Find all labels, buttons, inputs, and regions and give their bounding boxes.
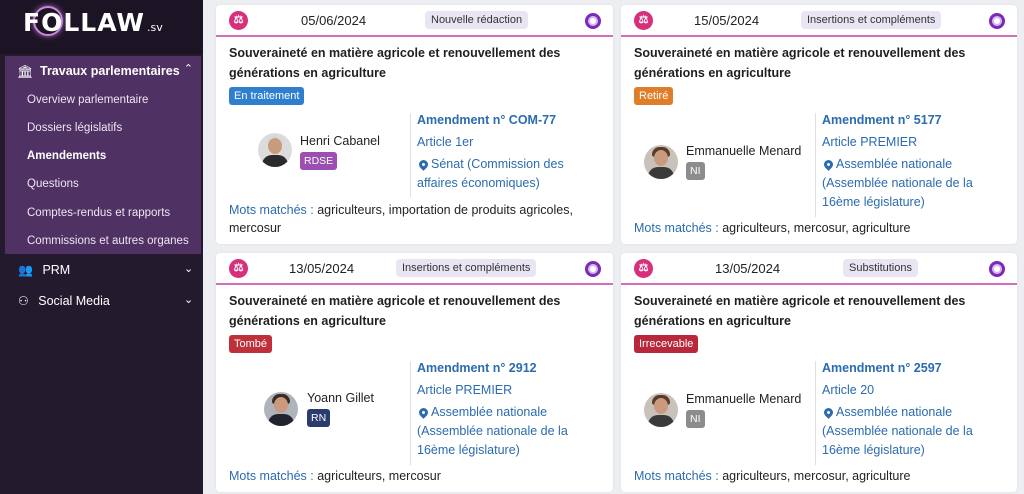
nav-section-toggle[interactable]: 🏛 Travaux parlementaires ⌃ (5, 56, 201, 86)
amendment-number[interactable]: Amendment n° 2597 (822, 361, 942, 375)
group-badge: RN (307, 409, 331, 427)
author-name[interactable]: Emmanuelle Menard (686, 144, 801, 158)
group-badge: NI (686, 162, 705, 180)
card-title[interactable]: Souveraineté en matière agricole et reno… (634, 43, 1014, 83)
card-header: ⚖ 05/06/2024 Nouvelle rédaction (216, 5, 613, 37)
logo-area: FOLLAW .sv (0, 0, 203, 54)
source-ring-icon (989, 261, 1005, 277)
card-header: ⚖ 13/05/2024 Insertions et compléments (216, 253, 613, 285)
card-date: 05/06/2024 (301, 13, 367, 28)
group-badge: NI (686, 410, 705, 428)
card-header: ⚖ 15/05/2024 Insertions et compléments (621, 5, 1017, 37)
sidebar-item-comptes-rendus[interactable]: Comptes-rendus et rapports (27, 207, 170, 219)
card-date: 13/05/2024 (289, 261, 355, 276)
amendment-card[interactable]: ⚖ 15/05/2024 Insertions et compléments S… (621, 5, 1017, 244)
divider (815, 113, 816, 217)
card-title[interactable]: Souveraineté en matière agricole et reno… (229, 291, 609, 331)
chevron-down-icon: ⌄ (184, 263, 194, 275)
card-header: ⚖ 13/05/2024 Substitutions (621, 253, 1017, 285)
people-icon: 👥 (18, 263, 33, 277)
author-name[interactable]: Yoann Gillet (307, 391, 374, 405)
app-logo[interactable]: FOLLAW .sv (23, 8, 163, 37)
sidebar-item-amendements[interactable]: Amendements (27, 150, 106, 162)
status-badge: Retiré (634, 87, 674, 105)
status-badge: En traitement (229, 87, 305, 105)
matched-words: Mots matchés : agriculteurs, mercosur, a… (634, 221, 911, 235)
chevron-up-icon: ⌃ (183, 63, 193, 75)
source-ring-icon (989, 13, 1005, 29)
matched-words: Mots matchés : agriculteurs, mercosur (229, 469, 441, 483)
card-type-tag: Nouvelle rédaction (425, 11, 529, 29)
sidebar: FOLLAW .sv 🏛 Travaux parlementaires ⌃ Ove… (0, 0, 203, 494)
chevron-down-icon: ⌄ (184, 294, 194, 306)
amendment-location: Assemblée nationale (Assemblée nationale… (822, 405, 973, 457)
nav-section-travaux: 🏛 Travaux parlementaires ⌃ Overview parl… (5, 56, 201, 254)
nav-section-label: Travaux parlementaires (40, 64, 180, 78)
amendment-icon: ⚖ (229, 259, 248, 278)
card-title[interactable]: Souveraineté en matière agricole et reno… (229, 43, 609, 83)
card-type-tag: Substitutions (843, 259, 918, 277)
author-name[interactable]: Emmanuelle Menard (686, 392, 801, 406)
amendment-article: Article 1er (417, 135, 474, 149)
author-name[interactable]: Henri Cabanel (300, 134, 380, 148)
divider (815, 361, 816, 465)
card-type-tag: Insertions et compléments (801, 11, 942, 29)
amendment-article: Article 20 (822, 383, 875, 397)
source-ring-icon (585, 13, 601, 29)
card-date: 13/05/2024 (715, 261, 781, 276)
sidebar-item-commissions[interactable]: Commissions et autres organes (27, 235, 189, 247)
sidebar-item-social-media[interactable]: ⚇ Social Media ⌄ (18, 294, 193, 308)
sidebar-item-questions[interactable]: Questions (27, 178, 79, 190)
divider (410, 361, 411, 465)
sidebar-item-label: Social Media (38, 294, 110, 308)
bank-icon: 🏛 (17, 64, 34, 79)
amendment-card[interactable]: ⚖ 05/06/2024 Nouvelle rédaction Souverai… (216, 5, 613, 244)
source-ring-icon (585, 261, 601, 277)
sidebar-item-overview[interactable]: Overview parlementaire (27, 94, 148, 106)
sidebar-item-prm[interactable]: 👥 PRM ⌄ (18, 263, 193, 277)
card-date: 15/05/2024 (694, 13, 760, 28)
card-title[interactable]: Souveraineté en matière agricole et reno… (634, 291, 1014, 331)
amendment-icon: ⚖ (634, 11, 653, 30)
amendment-article: Article PREMIER (822, 135, 918, 149)
amendment-location: Sénat (Commission des affaires économiqu… (417, 157, 564, 190)
avatar (258, 133, 292, 167)
divider (410, 113, 411, 197)
card-type-tag: Insertions et compléments (396, 259, 537, 277)
amendment-location: Assemblée nationale (Assemblée nationale… (417, 405, 568, 457)
amendment-number[interactable]: Amendment n° 5177 (822, 113, 942, 127)
amendment-location: Assemblée nationale (Assemblée nationale… (822, 157, 973, 209)
status-badge: Tombé (229, 335, 273, 353)
sidebar-item-label: PRM (42, 263, 71, 277)
avatar (264, 392, 298, 426)
amendment-article: Article PREMIER (417, 383, 513, 397)
amendment-icon: ⚖ (634, 259, 653, 278)
status-badge: Irrecevable (634, 335, 699, 353)
group-badge: RDSE (300, 152, 338, 170)
matched-words: Mots matchés : agriculteurs, mercosur, a… (634, 469, 911, 483)
sidebar-item-dossiers[interactable]: Dossiers législatifs (27, 122, 122, 134)
amendment-card[interactable]: ⚖ 13/05/2024 Substitutions Souveraineté … (621, 253, 1017, 492)
matched-words: Mots matchés : agriculteurs, importation… (229, 203, 573, 235)
network-icon: ⚇ (18, 294, 29, 308)
amendment-card[interactable]: ⚖ 13/05/2024 Insertions et compléments S… (216, 253, 613, 492)
amendment-icon: ⚖ (229, 11, 248, 30)
amendment-number[interactable]: Amendment n° COM-77 (417, 113, 556, 127)
avatar (644, 393, 678, 427)
amendment-number[interactable]: Amendment n° 2912 (417, 361, 537, 375)
avatar (644, 145, 678, 179)
